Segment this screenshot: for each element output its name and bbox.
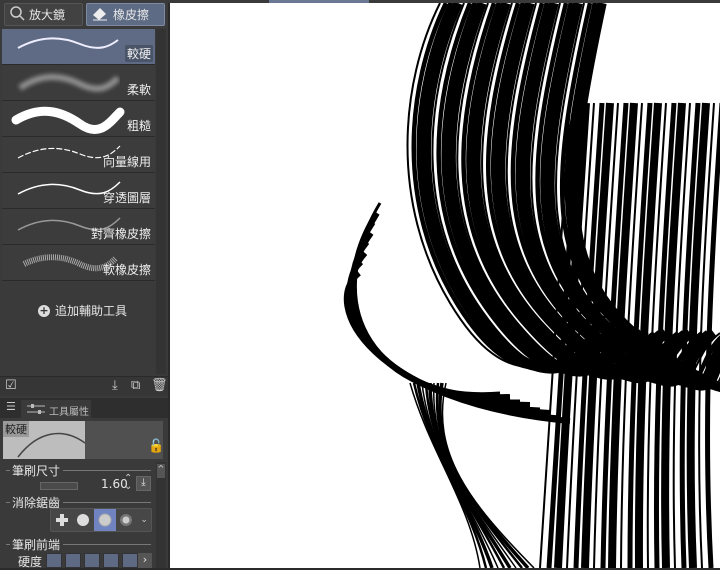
hardness-step[interactable] <box>103 553 119 568</box>
subtool-label: 粗糙 <box>126 119 151 133</box>
brush-tip-label: 筆刷前端 <box>12 538 61 552</box>
hair-stroke <box>409 382 481 568</box>
tool-tab-label: 放大鏡 <box>29 8 66 22</box>
plus-icon: + <box>38 303 50 317</box>
subtool-hard[interactable]: 較硬 <box>2 29 155 65</box>
tool-tab-magnifier[interactable]: 放大鏡 <box>4 3 83 26</box>
subtool-label: 向量線用 <box>102 155 151 169</box>
subtool-label: 柔軟 <box>126 83 151 97</box>
download-icon[interactable]: ⤓ <box>136 476 151 491</box>
brush-preview: 較硬 🔓 <box>3 421 164 459</box>
subtool-label: 較硬 <box>124 45 153 62</box>
add-subtool-button[interactable]: + 追加輔助工具 <box>38 302 127 319</box>
tool-panel: 放大鏡 橡皮擦 較硬 柔軟 粗糙 向量線用 穿透圖層 對齊橡皮擦 軟橡皮擦 + 追… <box>0 0 168 569</box>
subtool-list: 較硬 柔軟 粗糙 向量線用 穿透圖層 對齊橡皮擦 軟橡皮擦 <box>2 29 155 285</box>
scroll-up-icon[interactable]: ^ <box>157 464 165 478</box>
subtool-soft[interactable]: 柔軟 <box>2 65 155 101</box>
subtool-label: 穿透圖層 <box>102 191 151 205</box>
trash-icon[interactable]: 🗑 <box>151 378 168 393</box>
magnifier-icon <box>9 5 25 24</box>
subtool-vector[interactable]: 向量線用 <box>2 137 155 173</box>
chevron-right-icon[interactable]: › <box>138 553 152 568</box>
antialias-strong[interactable] <box>116 509 138 531</box>
subtool-rough[interactable]: 粗糙 <box>2 101 155 137</box>
property-tabs: ☰ 工具屬性 <box>0 398 168 418</box>
eraser-icon <box>91 5 109 24</box>
tool-tab-eraser[interactable]: 橡皮擦 <box>86 3 165 26</box>
hardness-step[interactable] <box>46 553 62 568</box>
hair-illustration <box>343 3 720 568</box>
duplicate-icon[interactable]: ⧉ <box>131 378 140 393</box>
hardness-label: 硬度 <box>18 555 43 569</box>
brush-size-label: 筆刷尺寸 <box>12 464 61 478</box>
hardness-step[interactable] <box>65 553 81 568</box>
menu-icon[interactable]: ☰ <box>6 400 16 413</box>
subtool-toolbar: ☑ ⤓ ⧉ 🗑 <box>0 376 168 396</box>
preview-label: 較硬 <box>3 421 29 437</box>
sliders-icon <box>27 403 45 418</box>
subtool-scrollbar[interactable] <box>156 29 166 374</box>
property-scrollbar[interactable]: ^ <box>156 462 166 568</box>
chevron-down-icon[interactable]: ⌄ <box>137 509 151 531</box>
subtool-soft-eraser[interactable]: 軟橡皮擦 <box>2 245 155 281</box>
hardness-step[interactable] <box>122 553 138 568</box>
subtool-through-layer[interactable]: 穿透圖層 <box>2 173 155 209</box>
add-subtool-label: 追加輔助工具 <box>55 304 128 318</box>
antialias-weak[interactable] <box>73 509 95 531</box>
subtool-label: 軟橡皮擦 <box>102 263 151 277</box>
drawing-canvas[interactable] <box>170 3 720 568</box>
antialias-none[interactable] <box>51 509 73 531</box>
antialias-medium[interactable] <box>94 509 116 531</box>
subtool-snap-eraser[interactable]: 對齊橡皮擦 <box>2 209 155 245</box>
brush-size-slider[interactable] <box>40 482 78 490</box>
unlock-icon[interactable]: 🔓 <box>148 439 164 454</box>
spinner-icon[interactable]: ⌃ ⌄ <box>124 474 132 492</box>
tool-tab-label: 橡皮擦 <box>113 8 150 22</box>
import-icon[interactable]: ⤓ <box>112 378 118 393</box>
hardness-step[interactable] <box>84 553 100 568</box>
checkbox-settings-icon[interactable]: ☑ <box>5 378 17 393</box>
subtool-label: 對齊橡皮擦 <box>90 227 151 241</box>
tab-label: 工具屬性 <box>49 407 89 418</box>
tab-tool-property[interactable]: 工具屬性 <box>21 400 91 418</box>
antialias-selector: ⌄ <box>50 508 152 532</box>
brush-tip-section: 筆刷前端 <box>6 536 151 553</box>
